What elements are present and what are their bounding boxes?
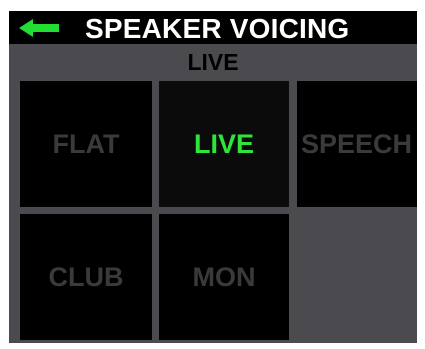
voicing-club-button[interactable]: CLUB [20, 214, 152, 340]
speaker-voicing-screen: SPEAKER VOICING LIVE FLAT LIVE SPEECH CL… [9, 11, 417, 343]
voicing-club-label: CLUB [48, 261, 124, 292]
back-button[interactable] [9, 11, 71, 44]
voicing-mon-label: MON [192, 261, 256, 292]
voicing-live-label: LIVE [193, 128, 254, 159]
voicing-flat-label: FLAT [52, 128, 120, 159]
voicing-mon-button[interactable]: MON [159, 214, 289, 340]
back-arrow-icon [19, 19, 59, 37]
voicing-speech-button[interactable]: SPEECH [297, 81, 417, 207]
page-title: SPEAKER VOICING [85, 13, 350, 44]
voicing-flat-button[interactable]: FLAT [20, 81, 152, 207]
voicing-live-button[interactable]: LIVE [159, 81, 289, 207]
current-voicing-label: LIVE [187, 49, 239, 75]
header-bar: SPEAKER VOICING [9, 11, 417, 44]
voicing-speech-label: SPEECH [301, 128, 413, 159]
